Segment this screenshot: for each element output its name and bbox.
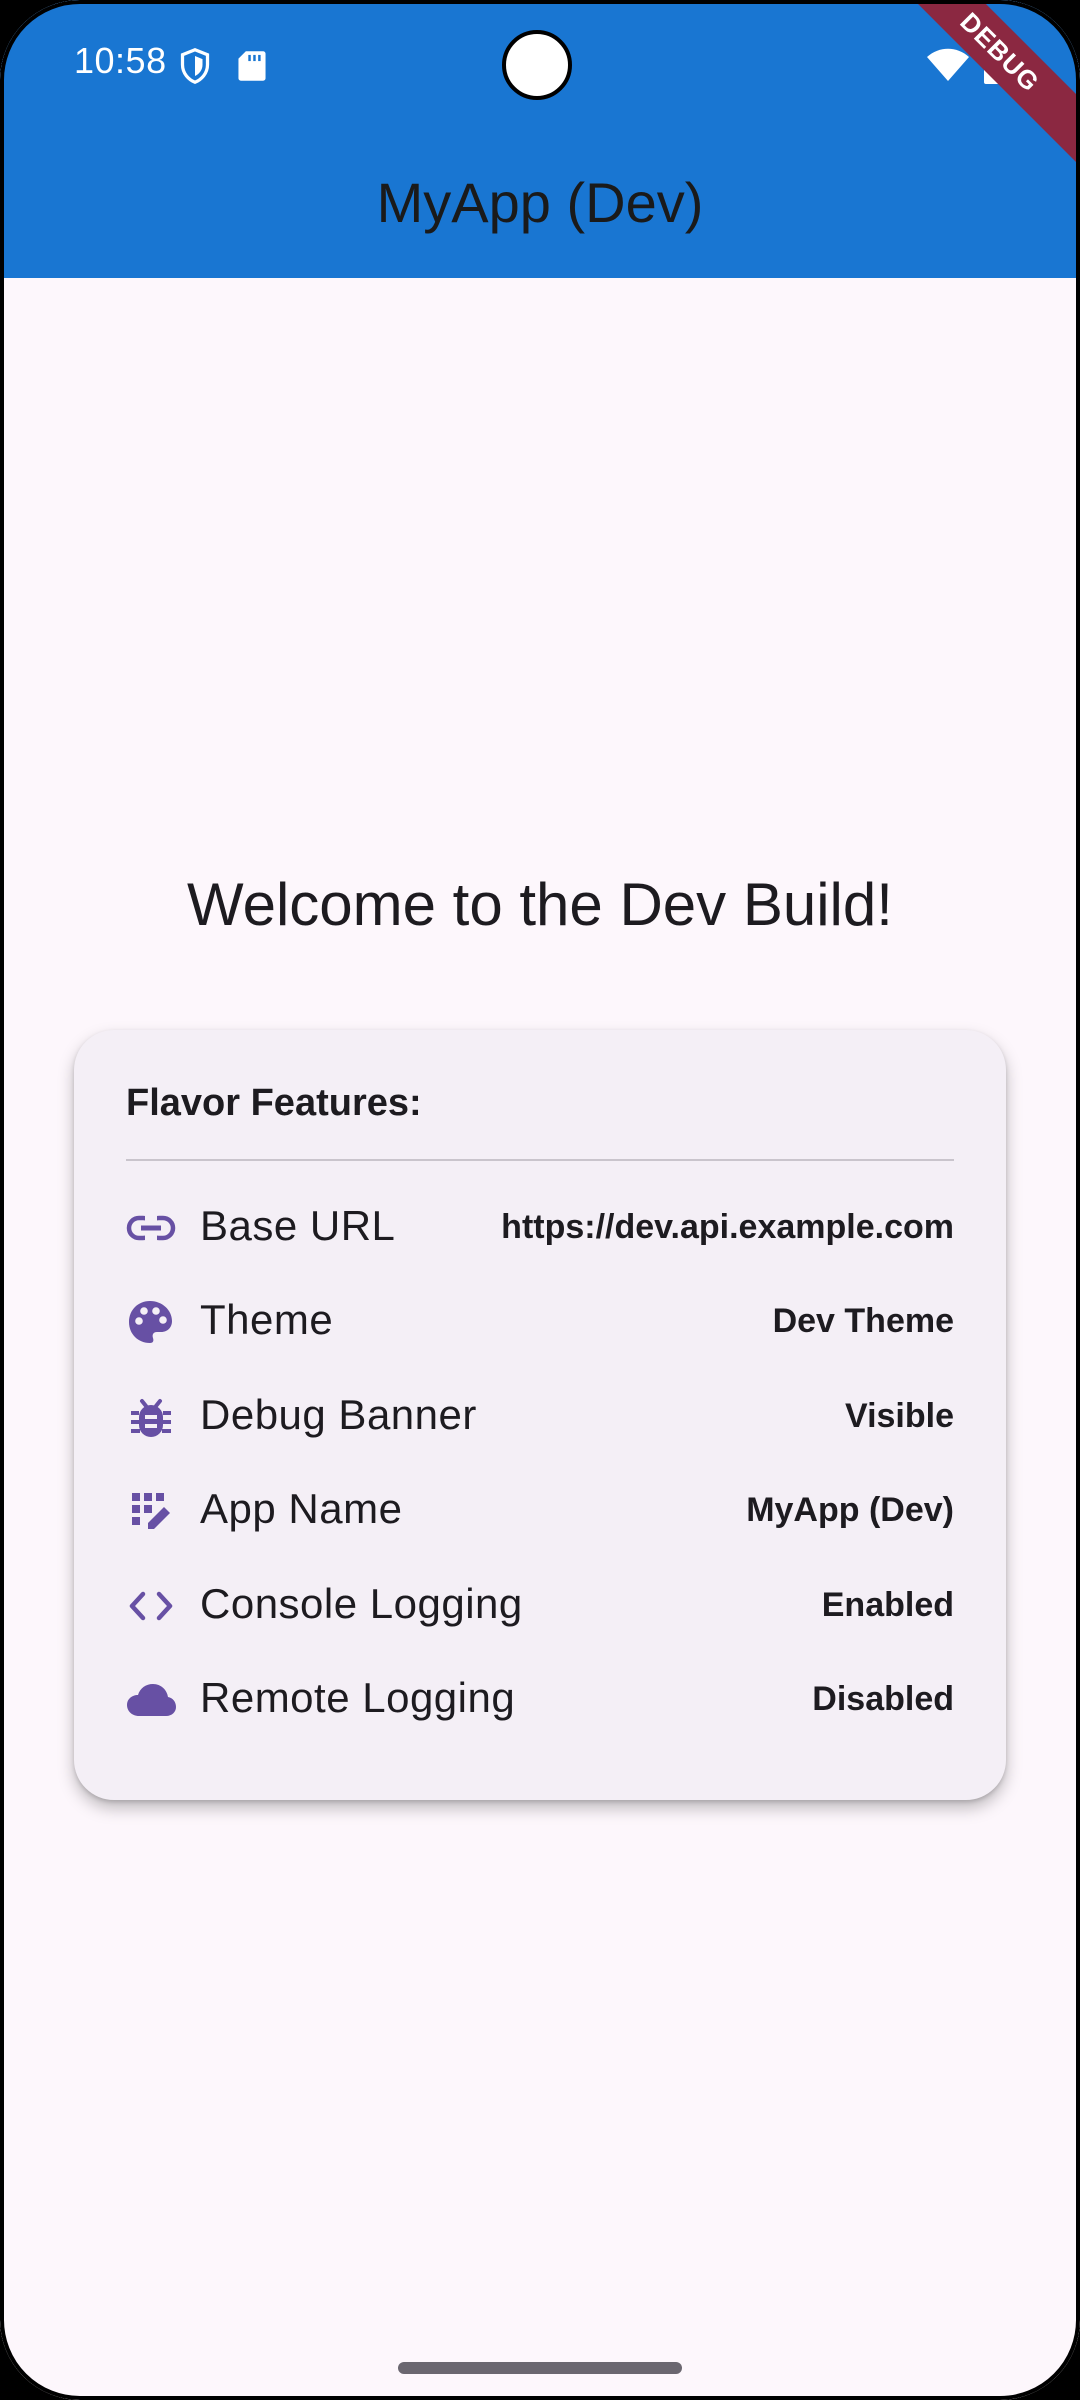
feature-value: MyApp (Dev) <box>746 1491 954 1529</box>
feature-value: Visible <box>845 1397 954 1435</box>
code-icon <box>126 1582 176 1630</box>
feature-row-console-logging: Console Logging Enabled <box>126 1576 954 1636</box>
cloud-icon <box>126 1676 176 1724</box>
feature-label: Theme <box>200 1296 334 1343</box>
card-divider <box>126 1159 954 1161</box>
welcome-heading: Welcome to the Dev Build! <box>187 871 893 938</box>
feature-row-remote-logging: Remote Logging Disabled <box>126 1670 954 1730</box>
feature-label: App Name <box>200 1485 403 1532</box>
bug-icon <box>126 1393 176 1441</box>
feature-row-theme: Theme Dev Theme <box>126 1292 954 1352</box>
feature-row-debug-banner: Debug Banner Visible <box>126 1387 954 1447</box>
status-bar: 10:58 <box>0 0 1080 132</box>
feature-value: https://dev.api.example.com <box>501 1208 954 1246</box>
card-title: Flavor Features: <box>126 1082 422 1124</box>
app-name-icon <box>126 1487 176 1535</box>
home-indicator[interactable] <box>398 2362 682 2374</box>
wifi-icon <box>926 48 970 87</box>
sd-card-icon <box>238 50 266 87</box>
feature-row-base-url: Base URL https://dev.api.example.com <box>126 1198 954 1258</box>
status-time: 10:58 <box>74 40 167 81</box>
app-bar-title: MyApp (Dev) <box>376 171 704 234</box>
shield-icon <box>180 47 210 89</box>
feature-label: Remote Logging <box>200 1674 516 1721</box>
feature-value: Disabled <box>812 1680 954 1718</box>
feature-value: Dev Theme <box>772 1302 954 1340</box>
link-icon <box>126 1204 176 1252</box>
feature-label: Base URL <box>200 1202 396 1249</box>
palette-icon <box>126 1298 176 1346</box>
flavor-features-card: Flavor Features: Base URL https://dev.ap… <box>74 1030 1006 1800</box>
feature-label: Console Logging <box>200 1580 523 1627</box>
front-camera <box>502 30 572 100</box>
feature-label: Debug Banner <box>200 1391 477 1438</box>
phone-screen: 10:58 MyApp (Dev) DEBUG Welcome to the D… <box>0 0 1080 2400</box>
app-bar: 10:58 MyApp (Dev) <box>0 0 1080 278</box>
feature-value: Enabled <box>821 1586 954 1624</box>
feature-row-app-name: App Name MyApp (Dev) <box>126 1481 954 1541</box>
